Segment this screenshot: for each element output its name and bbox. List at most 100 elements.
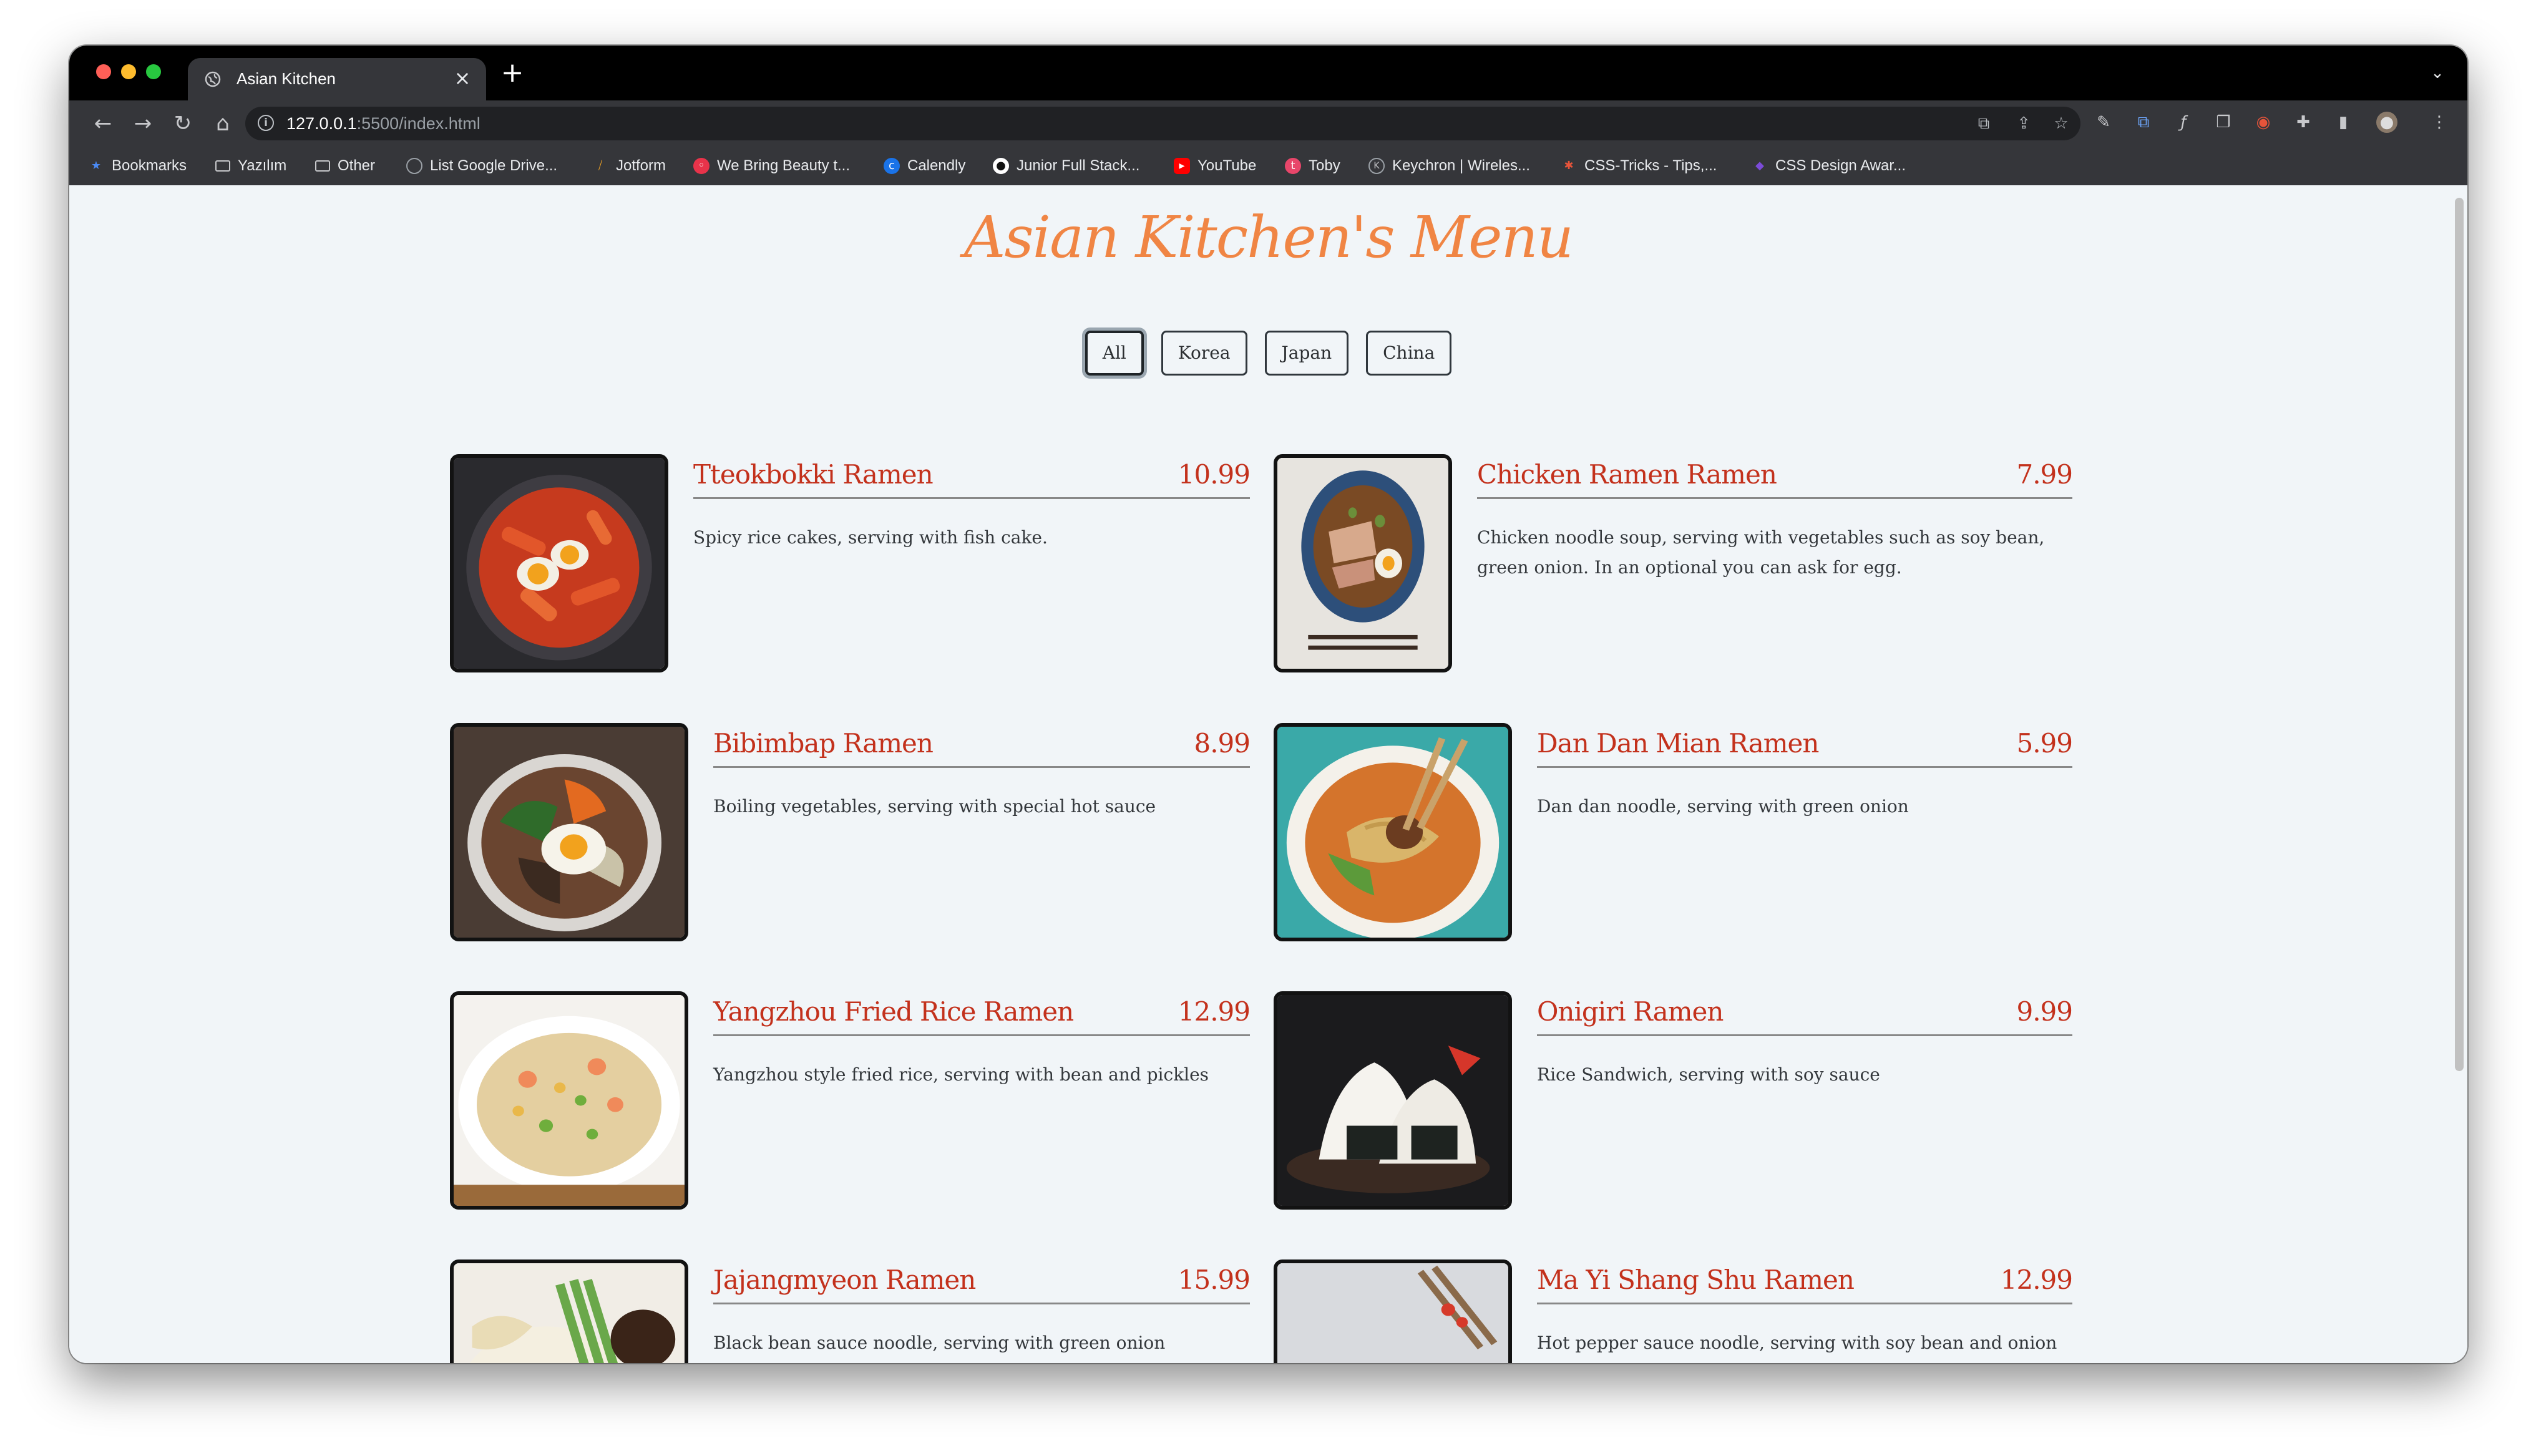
site-info-icon[interactable]: i [258, 115, 274, 131]
side-panel-icon[interactable]: ▮ [2333, 112, 2354, 133]
extension-translate-icon[interactable]: ⧉ [2133, 112, 2154, 133]
bookmark-item[interactable]: ▸ YouTube [1174, 156, 1256, 176]
menu-item: Onigiri Ramen 9.99 Rice Sandwich, servin… [1274, 991, 2073, 1210]
item-price: 12.99 [2000, 1264, 2073, 1295]
item-name: Onigiri Ramen [1537, 996, 1724, 1027]
scrollbar[interactable] [2455, 198, 2464, 1071]
calendly-icon: c [884, 158, 900, 174]
bookmark-item[interactable]: Other [315, 156, 375, 176]
jajangmyeon-photo [450, 1259, 688, 1363]
bookmarks-bar: ★ Bookmarks Yazılım Other List Google Dri… [69, 147, 2467, 185]
item-price: 15.99 [1178, 1264, 1251, 1295]
reload-icon[interactable]: ↻ [168, 109, 198, 138]
jfs-icon: ● [993, 158, 1009, 174]
item-description: Dan dan noodle, serving with green onion [1537, 796, 1909, 817]
menu-item: Ma Yi Shang Shu Ramen 12.99 Hot pepper s… [1274, 1259, 2073, 1363]
bibimbap-photo [450, 723, 688, 941]
filter-china-button[interactable]: China [1366, 331, 1452, 376]
extension-copy-icon[interactable]: ❐ [2213, 112, 2234, 133]
menu-item: Yangzhou Fried Rice Ramen 12.99 Yangzhou… [450, 991, 1251, 1210]
tab-asian-kitchen[interactable]: Asian Kitchen × [188, 58, 486, 100]
maximize-window-button[interactable] [146, 64, 161, 79]
forward-arrow-icon[interactable]: → [128, 109, 158, 138]
star-icon: ★ [90, 159, 102, 172]
item-price: 10.99 [1178, 459, 1251, 490]
bookmark-item[interactable]: List Google Drive... [406, 156, 557, 176]
item-name: Chicken Ramen Ramen [1477, 459, 1777, 490]
menu-item: Chicken Ramen Ramen 7.99 Chicken noodle … [1274, 454, 2073, 672]
tab-bar: Asian Kitchen × + ⌄ [69, 46, 2467, 100]
extension-pen-icon[interactable]: ✎ [2093, 112, 2114, 133]
item-price: 8.99 [1194, 728, 1251, 759]
home-icon[interactable]: ⌂ [208, 109, 238, 138]
item-header: Chicken Ramen Ramen 7.99 [1477, 454, 2073, 499]
globe-icon [205, 71, 221, 87]
translate-icon[interactable]: ⧉ [1974, 114, 1993, 133]
filter-korea-button[interactable]: Korea [1161, 331, 1247, 376]
item-description: Chicken noodle soup, serving with vegeta… [1477, 527, 2045, 578]
item-name: Tteokbokki Ramen [693, 459, 934, 490]
menu-item: Tteokbokki Ramen 10.99 Spicy rice cakes,… [450, 454, 1251, 672]
item-price: 7.99 [2016, 459, 2073, 490]
browser-toolbar: ← → ↻ ⌂ i 127.0.0.1:5500/index.html ⧉ ⇪ … [69, 100, 2467, 147]
bookmark-item[interactable]: t Toby [1285, 156, 1340, 176]
profile-avatar[interactable]: ● [2376, 112, 2397, 133]
menu-item: Bibimbap Ramen 8.99 Boiling vegetables, … [450, 723, 1251, 941]
bookmark-item[interactable]: ◆ CSS Design Awar... [1752, 156, 1906, 176]
dandan-photo [1274, 723, 1512, 941]
tab-title: Asian Kitchen [237, 69, 336, 88]
jotform-icon: ⧸ [598, 159, 603, 172]
menu-item: Jajangmyeon Ramen 15.99 Black bean sauce… [450, 1259, 1251, 1363]
url-text[interactable]: 127.0.0.1:5500/index.html [286, 114, 480, 133]
filter-all-button[interactable]: All [1085, 331, 1144, 376]
bookmark-item[interactable]: c Calendly [884, 156, 965, 176]
extensions-puzzle-icon[interactable]: ✚ [2293, 112, 2314, 133]
extension-red-icon[interactable]: ◉ [2253, 112, 2274, 133]
folder-icon [315, 160, 330, 172]
share-icon[interactable]: ⇪ [2014, 114, 2033, 133]
cssda-icon: ◆ [1755, 159, 1764, 172]
item-name: Ma Yi Shang Shu Ramen [1537, 1264, 1855, 1295]
bookmark-item[interactable]: ⧸ Jotform [592, 156, 666, 176]
chicken-ramen-photo [1274, 454, 1452, 672]
new-tab-button[interactable]: + [499, 59, 526, 87]
item-description: Rice Sandwich, serving with soy sauce [1537, 1064, 1880, 1085]
item-description: Spicy rice cakes, serving with fish cake… [693, 527, 1048, 548]
item-price: 5.99 [2016, 728, 2073, 759]
item-name: Jajangmyeon Ramen [713, 1264, 976, 1295]
tteokbokki-photo [450, 454, 668, 672]
keychron-icon: K [1368, 158, 1385, 174]
bookmark-star-icon[interactable]: ☆ [2052, 114, 2070, 133]
globe-icon [406, 158, 422, 174]
bookmark-item[interactable]: ● Junior Full Stack... [993, 156, 1139, 176]
close-window-button[interactable] [96, 64, 111, 79]
bookmark-item[interactable]: ◦ We Bring Beauty t... [693, 156, 850, 176]
filter-japan-button[interactable]: Japan [1264, 331, 1349, 376]
bookmark-item[interactable]: ✱ CSS-Tricks - Tips,... [1561, 156, 1717, 176]
item-name: Bibimbap Ramen [713, 728, 934, 759]
bookmark-item[interactable]: Yazılım [215, 156, 286, 176]
beauty-icon: ◦ [693, 158, 710, 174]
minimize-window-button[interactable] [121, 64, 136, 79]
filter-buttons: All Korea Japan China [69, 331, 2467, 376]
tab-close-icon[interactable]: × [450, 66, 475, 90]
bookmark-item[interactable]: K Keychron | Wireles... [1368, 156, 1530, 176]
back-arrow-icon[interactable]: ← [88, 109, 118, 138]
item-price: 9.99 [2016, 996, 2073, 1027]
extension-formula-icon[interactable]: ƒ [2173, 112, 2194, 133]
folder-icon [215, 160, 230, 172]
item-header: Bibimbap Ramen 8.99 [713, 723, 1251, 768]
address-bar[interactable]: i 127.0.0.1:5500/index.html ⧉ ⇪ ☆ [245, 107, 2080, 140]
item-header: Jajangmyeon Ramen 15.99 [713, 1259, 1251, 1304]
menu-kebab-icon[interactable]: ⋮ [2429, 112, 2450, 133]
toby-icon: t [1285, 158, 1301, 174]
item-header: Dan Dan Mian Ramen 5.99 [1537, 723, 2073, 768]
browser-window: Asian Kitchen × + ⌄ ← → ↻ ⌂ i 127.0.0.1:… [69, 46, 2467, 1363]
youtube-icon: ▸ [1174, 158, 1190, 174]
tab-search-chevron-icon[interactable]: ⌄ [2426, 62, 2449, 84]
page-viewport: Asian Kitchen's Menu All Korea Japan China [69, 185, 2467, 1363]
item-header: Onigiri Ramen 9.99 [1537, 991, 2073, 1036]
page-title: Asian Kitchen's Menu [964, 204, 1574, 271]
bookmark-item[interactable]: ★ Bookmarks [88, 156, 187, 176]
item-header: Ma Yi Shang Shu Ramen 12.99 [1537, 1259, 2073, 1304]
